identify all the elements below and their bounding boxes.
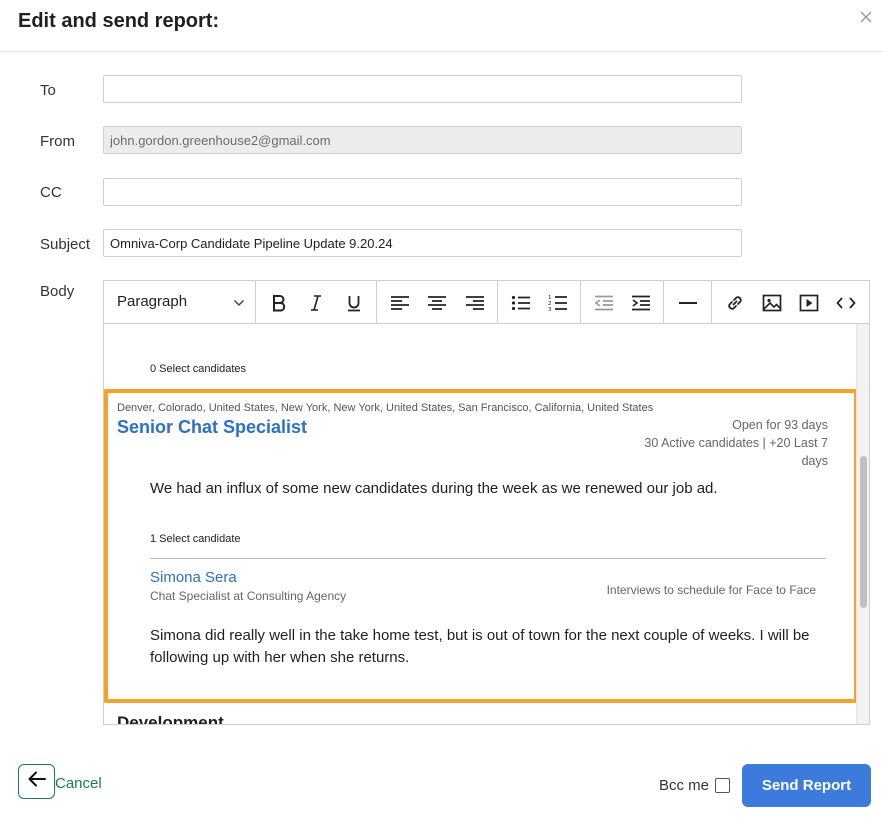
video-icon[interactable] [798, 292, 820, 314]
italic-icon[interactable] [305, 292, 327, 314]
job-stats: Open for 93 days 30 Active candidates | … [618, 416, 828, 470]
align-right-icon[interactable] [464, 292, 486, 314]
indent-group [581, 281, 664, 323]
candidate-name-link[interactable]: Simona Sera [150, 569, 237, 586]
svg-text:3: 3 [548, 307, 552, 312]
open-for-days: Open for 93 days [732, 418, 828, 432]
link-icon[interactable] [724, 292, 746, 314]
candidate-status: Interviews to schedule for Face to Face [606, 583, 816, 597]
to-field[interactable] [103, 75, 742, 103]
divider [150, 558, 826, 559]
insert-media-group [712, 281, 870, 323]
alignment-group [377, 281, 498, 323]
text-style-group [256, 281, 377, 323]
job-title-link[interactable]: Senior Chat Specialist [117, 417, 307, 438]
bold-icon[interactable] [268, 292, 290, 314]
candidate-note: Simona did really well in the take home … [150, 627, 810, 666]
job-note: We had an influx of some new candidates … [150, 480, 718, 497]
indent-icon[interactable] [630, 292, 652, 314]
bulleted-list-icon[interactable] [510, 292, 532, 314]
to-label: To [40, 82, 56, 99]
editor-toolbar: Paragraph 1 2 3 [104, 281, 869, 324]
list-group: 123 [498, 281, 581, 323]
select-candidates-label: 0 Select candidates [150, 363, 247, 375]
underline-icon[interactable] [343, 292, 365, 314]
editor-content[interactable]: 0 Select candidates Denver, Colorado, Un… [104, 324, 856, 724]
dialog-header: Edit and send report: [0, 0, 883, 52]
insert-rule-group [664, 281, 712, 323]
numbered-list-icon[interactable]: 123 [547, 292, 569, 314]
cancel-button[interactable]: Cancel [55, 775, 102, 792]
subject-label: Subject [40, 236, 91, 253]
editor-scrollbar[interactable] [856, 324, 869, 724]
select-candidate-label: 1 Select candidate [150, 533, 241, 545]
back-button[interactable] [18, 764, 55, 799]
from-field [103, 126, 742, 154]
cc-label: CC [40, 184, 62, 201]
bcc-me-checkbox[interactable] [715, 778, 730, 793]
horizontal-rule-icon[interactable] [677, 292, 699, 314]
body-editor[interactable]: Paragraph 1 2 3 0 Select candidates Denv… [103, 280, 870, 725]
candidate-role: Chat Specialist at Consulting Agency [150, 589, 347, 603]
section-heading: Development [117, 713, 224, 724]
align-left-icon[interactable] [389, 292, 411, 314]
arrow-left-icon [27, 770, 47, 793]
paragraph-format-select[interactable]: Paragraph [104, 281, 256, 323]
job-locations: Denver, Colorado, United States, New Yor… [117, 402, 654, 414]
send-report-button[interactable]: Send Report [742, 764, 871, 807]
from-label: From [40, 133, 75, 150]
bcc-me-label: Bcc me [659, 777, 710, 794]
close-icon[interactable] [859, 10, 873, 24]
cc-field[interactable] [103, 178, 742, 206]
paragraph-format-label: Paragraph [117, 293, 188, 310]
subject-field[interactable] [103, 229, 742, 257]
align-center-icon[interactable] [426, 292, 448, 314]
image-icon[interactable] [761, 292, 783, 314]
active-candidates: 30 Active candidates | +20 Last 7 days [644, 436, 828, 468]
scrollbar-thumb[interactable] [860, 456, 867, 608]
chevron-down-icon [233, 296, 245, 314]
code-icon[interactable] [835, 292, 857, 314]
body-label: Body [40, 283, 75, 300]
outdent-icon[interactable] [593, 292, 615, 314]
dialog-title: Edit and send report: [18, 10, 220, 32]
